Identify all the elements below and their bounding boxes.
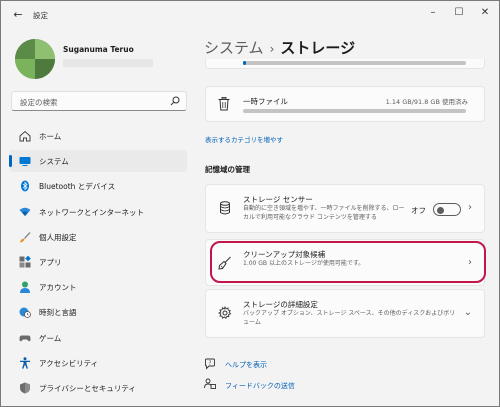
sidebar-nav: ホーム システム Bluetooth とデバイス ネットワークとインターネット	[9, 125, 187, 402]
help-icon: ?	[205, 358, 215, 370]
storage-management-heading: 記憶域の管理	[205, 165, 250, 174]
feedback-icon	[204, 378, 216, 389]
send-feedback-link[interactable]: フィードバックの送信	[225, 381, 295, 391]
usage-bar	[243, 61, 466, 65]
breadcrumb-separator: ›	[269, 42, 275, 56]
app-title: 設定	[33, 11, 48, 20]
settings-window: ← 設定 – ☐ ✕ Suganuma Teruo 設定の検索 ホーム システム…	[0, 0, 500, 407]
page-title: ストレージ	[280, 39, 356, 57]
gamepad-icon	[19, 335, 31, 341]
sidebar-item-gaming[interactable]: ゲーム	[9, 327, 187, 349]
back-button[interactable]: ←	[9, 7, 27, 23]
bluetooth-icon	[21, 180, 29, 192]
avatar	[15, 39, 55, 79]
sidebar-item-label: 個人用設定	[39, 232, 77, 242]
sidebar-item-label: Bluetooth とデバイス	[39, 182, 116, 192]
temp-files-size: 1.14 GB/91.8 GB 使用済み	[385, 98, 468, 106]
breadcrumb: システム › ストレージ	[204, 37, 355, 58]
sidebar-item-label: アクセシビリティ	[39, 358, 99, 368]
sidebar-item-label: プライバシーとセキュリティ	[39, 383, 136, 393]
sidebar-item-accessibility[interactable]: アクセシビリティ	[9, 352, 187, 374]
user-email-redacted	[63, 59, 153, 67]
sidebar-item-privacy[interactable]: プライバシーとセキュリティ	[9, 377, 187, 399]
chevron-right-icon: ›	[468, 202, 472, 213]
wifi-icon	[19, 207, 31, 216]
sidebar-item-accounts[interactable]: アカウント	[9, 276, 187, 298]
chevron-right-icon: ›	[468, 257, 472, 268]
storage-sense-card[interactable]: ストレージ センサー 自動的に空き領域を増やす、一時ファイルを削除する、ローカル…	[205, 184, 485, 233]
settings-search-input[interactable]: 設定の検索	[11, 91, 187, 111]
usage-bar-fill	[243, 61, 246, 65]
maximize-button[interactable]: ☐	[447, 5, 471, 21]
gear-icon	[218, 306, 232, 320]
sidebar-item-apps[interactable]: アプリ	[9, 251, 187, 273]
home-icon	[19, 130, 31, 142]
shield-icon	[20, 382, 30, 394]
sidebar-item-label: アカウント	[39, 283, 77, 293]
title-bar: ← 設定 – ☐ ✕	[1, 1, 499, 29]
temp-files-title: 一時ファイル	[243, 97, 288, 106]
broom-icon	[218, 256, 231, 270]
sidebar-item-label: ホーム	[39, 132, 62, 141]
cleanup-recommendations-card[interactable]: クリーンアップ対象候補 1.00 GB 以上のストレージが使用可能です。 ›	[205, 239, 485, 286]
storage-category-card-partial[interactable]	[205, 59, 485, 69]
globe-clock-icon	[19, 307, 31, 319]
search-placeholder: 設定の検索	[20, 98, 58, 107]
search-icon	[170, 96, 180, 106]
storage-sense-toggle-label: オフ	[411, 206, 426, 215]
show-more-categories-link[interactable]: 表示するカテゴリを増やす	[205, 134, 283, 144]
sidebar-item-label: 時刻と言語	[39, 308, 77, 318]
sidebar-item-label: ネットワークとインターネット	[39, 207, 144, 217]
temp-files-card[interactable]: 一時ファイル 1.14 GB/91.8 GB 使用済み	[205, 86, 485, 122]
sidebar-item-bluetooth[interactable]: Bluetooth とデバイス	[9, 175, 187, 197]
apps-icon	[19, 255, 31, 268]
sidebar-item-system[interactable]: システム	[9, 150, 187, 173]
sidebar-item-network[interactable]: ネットワークとインターネット	[9, 201, 187, 223]
brush-icon	[20, 231, 31, 243]
sidebar-item-home[interactable]: ホーム	[9, 125, 187, 147]
storage-sense-toggle[interactable]	[433, 203, 461, 216]
get-help-link[interactable]: ヘルプを表示	[225, 360, 267, 370]
sidebar-item-label: ゲーム	[39, 333, 62, 343]
chevron-down-icon: ⌄	[463, 307, 472, 318]
storage-sense-description: 自動的に空き領域を増やす、一時ファイルを削除する、ローカルで利用可能なクラウド …	[243, 205, 405, 221]
user-name: Suganuma Teruo	[63, 45, 134, 54]
advanced-storage-description: バックアップ オプション、ストレージ スペース、その他のディスクおよびボリューム	[243, 310, 456, 326]
system-icon	[19, 157, 31, 167]
minimize-button[interactable]: –	[421, 5, 445, 21]
advanced-storage-settings-card[interactable]: ストレージの詳細設定 バックアップ オプション、ストレージ スペース、その他のデ…	[205, 289, 485, 338]
svg-text:?: ?	[209, 361, 212, 367]
trash-icon	[218, 97, 230, 111]
sidebar-item-label: アプリ	[39, 257, 62, 267]
storage-drive-icon	[220, 201, 230, 215]
account-icon	[20, 281, 30, 294]
breadcrumb-parent[interactable]: システム	[204, 39, 264, 57]
cleanup-description: 1.00 GB 以上のストレージが使用可能です。	[243, 260, 365, 267]
accessibility-icon	[20, 356, 30, 369]
sidebar-item-time-language[interactable]: 時刻と言語	[9, 301, 187, 323]
toggle-knob	[437, 206, 444, 214]
sidebar-item-label: システム	[39, 157, 69, 167]
temp-files-usage-bar	[243, 109, 466, 113]
active-indicator	[9, 155, 12, 168]
close-button[interactable]: ✕	[473, 5, 497, 21]
sidebar-item-personalization[interactable]: 個人用設定	[9, 226, 187, 248]
